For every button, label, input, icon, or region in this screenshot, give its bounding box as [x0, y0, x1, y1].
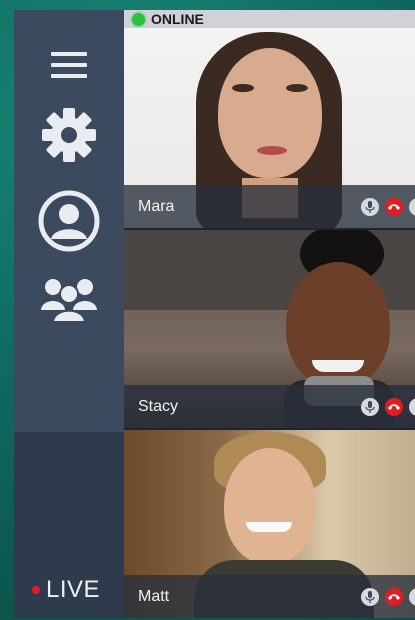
- mic-icon[interactable]: [361, 587, 379, 606]
- participant-name: Stacy: [138, 397, 179, 415]
- participant-tile[interactable]: Mara: [124, 28, 415, 228]
- sidebar-footer: LIVE: [14, 432, 124, 618]
- hang-up-icon[interactable]: [385, 197, 403, 216]
- live-label: LIVE: [46, 576, 101, 603]
- participant-name-bar: Mara: [124, 185, 415, 228]
- live-dot-icon: [32, 586, 40, 594]
- more-icon[interactable]: [409, 197, 415, 216]
- online-status-icon: [132, 12, 145, 26]
- call-controls: [361, 587, 415, 606]
- hang-up-icon[interactable]: [385, 587, 403, 606]
- participant-name: Mara: [138, 197, 175, 215]
- mic-icon[interactable]: [361, 197, 379, 216]
- more-icon[interactable]: [409, 397, 415, 416]
- participant-tile[interactable]: Stacy: [124, 230, 415, 428]
- more-icon[interactable]: [409, 587, 415, 606]
- live-indicator: LIVE: [32, 576, 100, 604]
- menu-icon[interactable]: [14, 50, 124, 80]
- hang-up-icon[interactable]: [385, 397, 403, 416]
- participant-name-bar: Stacy: [124, 385, 415, 428]
- participant-name: Matt: [138, 587, 170, 605]
- call-controls: [361, 197, 415, 216]
- participant-tile[interactable]: Matt: [124, 430, 415, 618]
- settings-gear-icon[interactable]: [14, 106, 124, 164]
- participant-name-bar: Matt: [124, 575, 415, 618]
- call-controls: [361, 397, 415, 416]
- user-profile-icon[interactable]: [14, 190, 124, 252]
- status-bar: ONLINE: [124, 10, 415, 28]
- sidebar: LIVE: [14, 10, 125, 618]
- status-label: ONLINE: [151, 11, 204, 27]
- mic-icon[interactable]: [361, 397, 379, 416]
- group-icon[interactable]: [14, 274, 124, 324]
